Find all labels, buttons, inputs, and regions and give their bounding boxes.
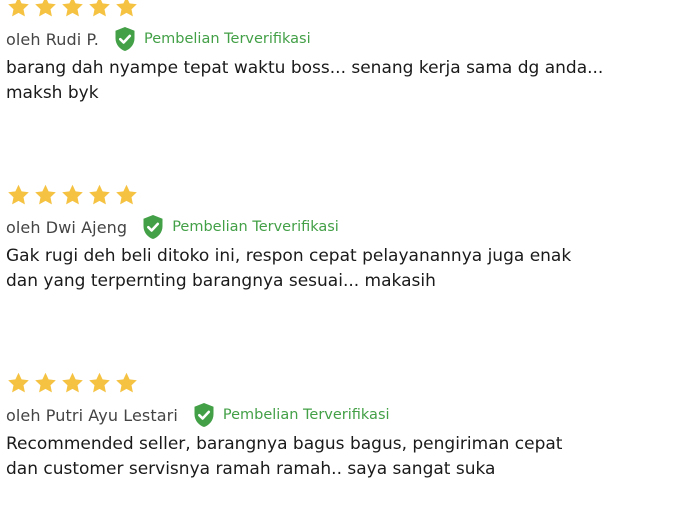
review-item: oleh Putri Ayu Lestari Pembelian Terveri…	[6, 370, 686, 482]
star-icon	[87, 183, 112, 207]
verified-purchase-badge: Pembelian Terverifikasi	[172, 219, 339, 235]
star-icon	[6, 183, 31, 207]
reviewer-name: oleh Putri Ayu Lestari	[6, 405, 178, 425]
star-icon	[60, 183, 85, 207]
review-meta: oleh Putri Ayu Lestari Pembelian Terveri…	[6, 402, 686, 428]
star-icon	[114, 371, 139, 395]
star-rating	[6, 370, 686, 396]
star-icon	[6, 371, 31, 395]
review-text: barang dah nyampe tepat waktu boss... se…	[6, 58, 604, 103]
review-item: oleh Rudi P. Pembelian Terverifikasi bar…	[6, 0, 686, 106]
reviewer-name: oleh Rudi P.	[6, 29, 99, 49]
star-icon	[33, 371, 58, 395]
reviewer-name: oleh Dwi Ajeng	[6, 217, 128, 237]
star-icon	[33, 0, 58, 19]
verified-purchase-badge: Pembelian Terverifikasi	[222, 407, 390, 423]
star-icon	[60, 0, 85, 19]
star-icon	[87, 371, 112, 395]
star-icon	[6, 0, 31, 19]
shield-check-icon	[192, 402, 216, 428]
verified-purchase-badge: Pembelian Terverifikasi	[143, 31, 311, 47]
star-icon	[60, 371, 85, 395]
shield-check-icon	[113, 26, 137, 52]
shield-check-icon	[141, 214, 165, 240]
star-rating	[6, 0, 686, 20]
review-meta: oleh Rudi P. Pembelian Terverifikasi	[6, 26, 686, 52]
star-icon	[114, 183, 139, 207]
star-icon	[87, 0, 112, 19]
star-icon	[33, 183, 58, 207]
star-rating	[6, 182, 686, 208]
review-text: Recommended seller, barangnya bagus bagu…	[6, 434, 563, 479]
review-item: oleh Dwi Ajeng Pembelian Terverifikasi G…	[6, 182, 686, 294]
star-icon	[114, 0, 139, 19]
review-text: Gak rugi deh beli ditoko ini, respon cep…	[6, 246, 572, 291]
review-meta: oleh Dwi Ajeng Pembelian Terverifikasi	[6, 214, 686, 240]
